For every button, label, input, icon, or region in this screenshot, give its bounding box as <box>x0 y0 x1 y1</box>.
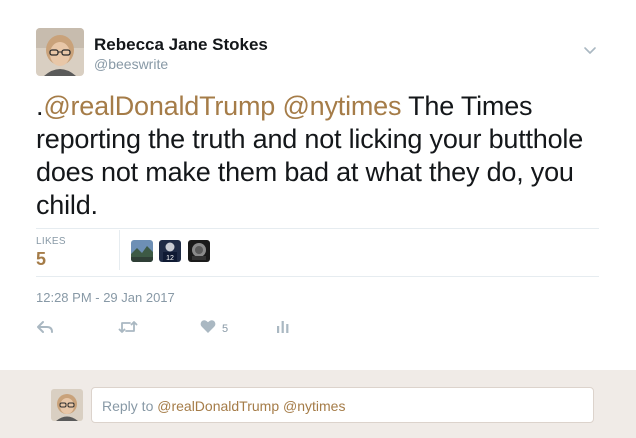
liker-avatar[interactable]: 12 <box>159 240 181 262</box>
tweet-text: .@realDonaldTrump @nytimes The Times rep… <box>36 90 601 222</box>
likes-label: LIKES <box>36 236 66 247</box>
author-avatar[interactable] <box>36 28 84 76</box>
mention-link[interactable]: @nytimes <box>282 91 401 121</box>
reply-prefix: Reply to <box>102 398 158 414</box>
author-display-name[interactable]: Rebecca Jane Stokes <box>94 35 268 55</box>
likes-count[interactable]: 5 <box>36 249 46 270</box>
reply-button[interactable] <box>36 320 54 338</box>
tweet-card: Rebecca Jane Stokes @beeswrite .@realDon… <box>0 0 636 370</box>
chevron-down-icon[interactable] <box>582 42 598 58</box>
analytics-icon <box>276 319 290 339</box>
tweet-timestamp[interactable]: 12:28 PM - 29 Jan 2017 <box>36 290 175 305</box>
retweet-button[interactable] <box>118 320 138 338</box>
like-button[interactable]: 5 <box>200 320 228 338</box>
current-user-avatar <box>51 389 83 421</box>
reply-mention: @nytimes <box>283 398 346 414</box>
retweet-icon <box>118 319 138 340</box>
analytics-button[interactable] <box>276 320 290 338</box>
reply-placeholder: Reply to @realDonaldTrump @nytimes <box>102 398 345 414</box>
reply-input[interactable]: Reply to @realDonaldTrump @nytimes <box>91 387 594 423</box>
reply-mention: @realDonaldTrump <box>157 398 280 414</box>
stats-separator <box>119 230 120 270</box>
liker-avatar[interactable] <box>188 240 210 262</box>
reply-icon <box>36 319 54 340</box>
author-handle[interactable]: @beeswrite <box>94 56 168 72</box>
divider <box>36 276 599 277</box>
heart-icon <box>200 319 216 339</box>
mention-link[interactable]: @realDonaldTrump <box>43 91 275 121</box>
svg-text:12: 12 <box>166 255 174 262</box>
like-count: 5 <box>222 323 229 335</box>
divider <box>36 228 599 229</box>
liker-avatar[interactable] <box>131 240 153 262</box>
